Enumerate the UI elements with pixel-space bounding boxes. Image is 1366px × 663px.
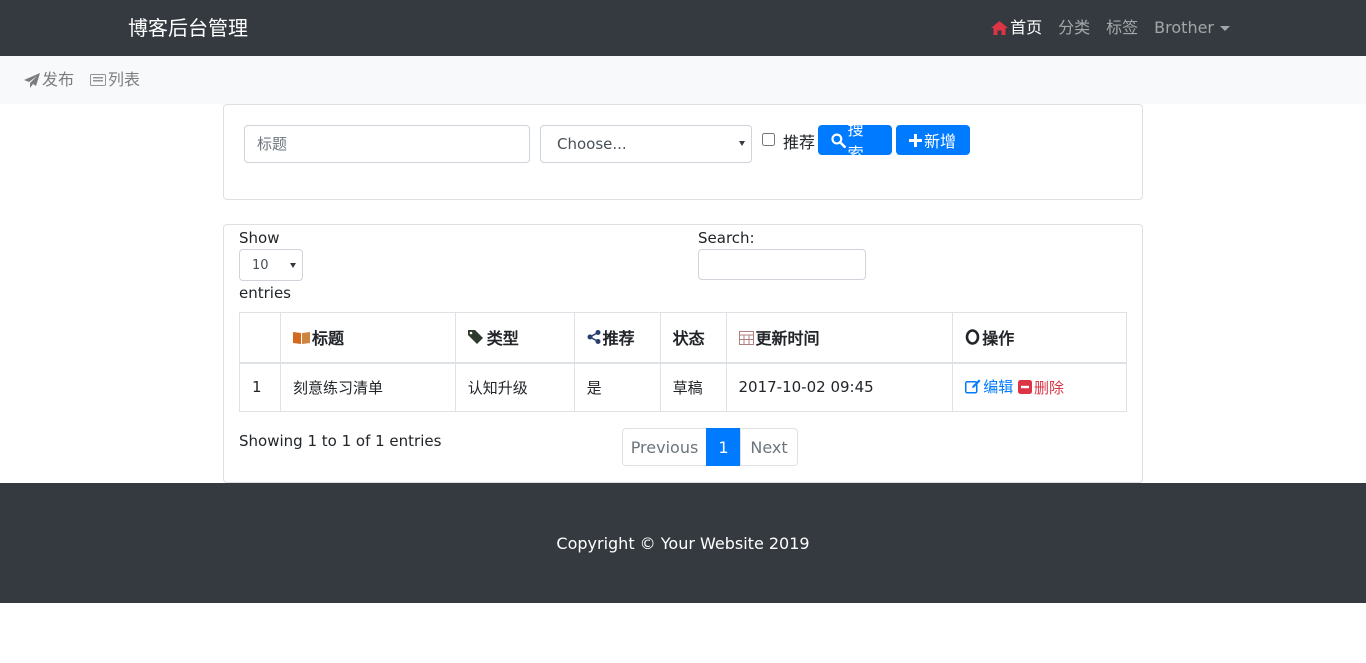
brand-title[interactable]: 博客后台管理 <box>128 16 248 40</box>
list-icon <box>90 74 107 86</box>
column-header-actions[interactable]: 操作 <box>952 312 1127 364</box>
subnav-list-label: 列表 <box>108 70 141 89</box>
share-icon <box>587 330 601 345</box>
column-header-type[interactable]: 类型 <box>454 312 575 364</box>
next-page-button[interactable]: Next <box>740 428 798 466</box>
page-1-button[interactable]: 1 <box>706 428 741 466</box>
cell-actions: 编辑 删除 <box>952 362 1127 412</box>
top-navbar: 博客后台管理 首页 分类 标签 Brother <box>0 0 1366 56</box>
table-header-row: 标题 类型 推荐 状态 更新时间 操作 <box>239 312 1127 364</box>
column-header-updated[interactable]: 更新时间 <box>725 312 954 364</box>
cell-status: 草稿 <box>659 362 727 412</box>
table-search-input[interactable] <box>698 249 866 280</box>
plus-icon <box>909 133 922 147</box>
user-dropdown[interactable]: Brother <box>1154 17 1230 39</box>
show-label: Show <box>239 229 280 247</box>
column-header-status[interactable]: 状态 <box>659 312 727 364</box>
select-arrow-icon <box>290 263 296 268</box>
nav-link-tags[interactable]: 标签 <box>1106 17 1138 39</box>
delete-link-label: 删除 <box>1033 378 1064 397</box>
footer: Copyright © Your Website 2019 <box>0 483 1366 603</box>
edit-link-label: 编辑 <box>983 378 1014 397</box>
cell-index: 1 <box>239 362 281 412</box>
column-header-recommend[interactable]: 推荐 <box>573 312 661 364</box>
column-header-type-label: 类型 <box>486 329 519 349</box>
nav-link-tags-label: 标签 <box>1106 18 1139 37</box>
subnav-list[interactable]: 列表 <box>90 69 140 91</box>
paper-plane-icon <box>24 72 40 88</box>
nav-links: 首页 分类 标签 Brother <box>991 17 1230 39</box>
title-input[interactable] <box>244 125 530 163</box>
search-icon <box>831 133 846 148</box>
column-header-updated-label: 更新时间 <box>755 329 820 349</box>
column-header-title-label: 标题 <box>311 329 344 349</box>
search-button-label: 搜索 <box>847 120 864 163</box>
table-card: Show 10 entries Search: 标题 类型 推荐 状态 更新时间… <box>223 224 1143 483</box>
add-button-label: 新增 <box>924 132 957 151</box>
cell-type: 认知升级 <box>454 362 575 412</box>
user-dropdown-label: Brother <box>1154 18 1214 37</box>
category-select[interactable]: Choose... <box>540 125 752 163</box>
nav-link-home-label: 首页 <box>1010 18 1043 37</box>
column-header-recommend-label: 推荐 <box>602 329 635 349</box>
minus-square-icon <box>1017 380 1032 395</box>
nav-link-category[interactable]: 分类 <box>1058 17 1090 39</box>
column-header-index[interactable] <box>239 312 281 364</box>
add-button[interactable]: 新增 <box>896 125 970 155</box>
cell-title: 刻意练习清单 <box>279 362 456 412</box>
page-length-value: 10 <box>252 257 269 273</box>
sub-navbar: 发布 列表 <box>0 56 1366 104</box>
table-search-label: Search: <box>698 229 755 247</box>
entries-label: entries <box>239 284 291 302</box>
circle-o-icon <box>965 329 980 346</box>
subnav-publish-label: 发布 <box>42 70 75 89</box>
cell-updated: 2017-10-02 09:45 <box>725 362 954 412</box>
edit-link[interactable]: 编辑 <box>965 376 1013 397</box>
recommend-checkbox-group: 推荐 <box>762 129 815 153</box>
recommend-label: 推荐 <box>783 133 816 152</box>
delete-link[interactable]: 删除 <box>1017 377 1064 398</box>
column-header-title[interactable]: 标题 <box>279 312 456 364</box>
search-button[interactable]: 搜索 <box>818 120 892 163</box>
category-select-value: Choose... <box>557 135 627 153</box>
filter-card: Choose... 推荐 搜索 新增 <box>223 104 1143 200</box>
edit-icon <box>965 379 981 394</box>
book-icon <box>292 331 310 344</box>
calendar-icon <box>738 330 754 345</box>
subnav-publish[interactable]: 发布 <box>24 69 74 91</box>
nav-link-category-label: 分类 <box>1058 18 1091 37</box>
select-arrow-icon <box>739 141 745 146</box>
cell-recommend: 是 <box>573 362 661 412</box>
table-info: Showing 1 to 1 of 1 entries <box>239 432 442 450</box>
table-row: 1 刻意练习清单 认知升级 是 草稿 2017-10-02 09:45 编辑 删… <box>239 362 1127 412</box>
pagination: Previous 1 Next <box>622 428 798 466</box>
home-icon <box>991 21 1009 35</box>
copyright-text: Copyright © Your Website 2019 <box>556 534 810 553</box>
nav-link-home[interactable]: 首页 <box>991 17 1042 39</box>
tags-icon <box>467 330 483 345</box>
recommend-checkbox[interactable] <box>762 132 775 146</box>
articles-table: 标题 类型 推荐 状态 更新时间 操作 1 刻意练习清单 认知升级 是 草稿 2… <box>239 312 1127 412</box>
page-length-select[interactable]: 10 <box>239 249 303 281</box>
previous-page-button[interactable]: Previous <box>622 428 707 466</box>
column-header-actions-label: 操作 <box>982 329 1015 349</box>
caret-down-icon <box>1220 25 1230 31</box>
